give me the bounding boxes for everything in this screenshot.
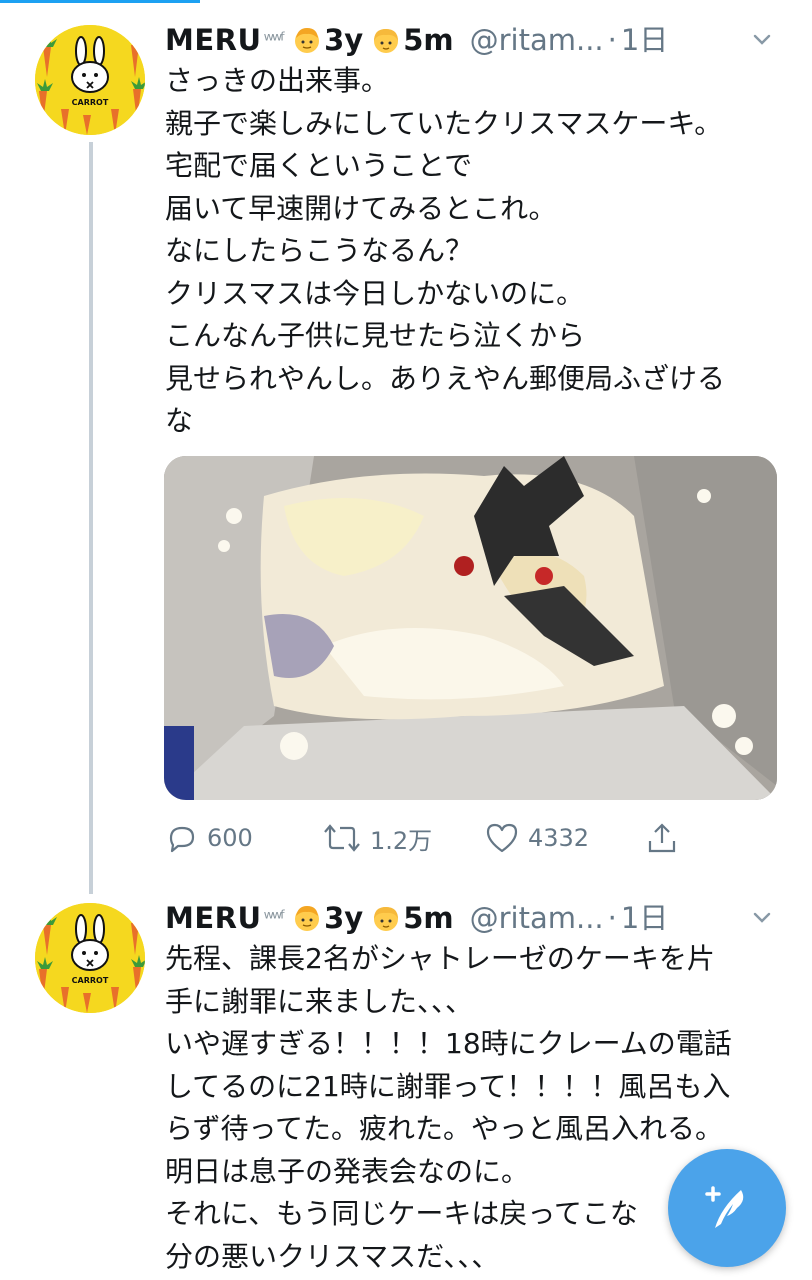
child2-age: 5m — [403, 901, 454, 935]
baby-emoji-icon — [374, 29, 399, 53]
tweet[interactable]: CARROT MERU ʷʷᶠ 3y 5m @ritam... · 1日 さっき… — [0, 0, 812, 890]
name-decoration: ʷʷᶠ — [263, 906, 287, 930]
tweet-text: さっきの出来事。 親子で楽しみにしていたクリスマスケーキ。 宅配で届くということ… — [165, 64, 726, 437]
reply-button[interactable]: 600 — [165, 808, 253, 868]
retweet-count: 1.2万 — [370, 826, 433, 855]
reply-icon — [169, 826, 195, 853]
tweet-actions: 600 1.2万 4332 — [0, 808, 812, 868]
compose-tweet-icon — [705, 1186, 744, 1228]
reply-count: 600 — [207, 824, 253, 852]
child2-age: 5m — [403, 23, 454, 57]
user-handle[interactable]: @ritam... — [470, 18, 604, 62]
tweet-header: MERU ʷʷᶠ 3y 5m @ritam... · 1日 — [165, 896, 795, 940]
like-count: 4332 — [528, 824, 590, 852]
compose-tweet-button[interactable] — [668, 1149, 786, 1267]
boy-emoji-icon — [295, 28, 320, 53]
retweet-icon — [324, 824, 360, 852]
heart-icon — [486, 823, 518, 853]
tweet-header: MERU ʷʷᶠ 3y 5m @ritam... · 1日 — [165, 18, 795, 62]
baby-emoji-icon — [374, 907, 399, 931]
user-handle[interactable]: @ritam... — [470, 896, 604, 940]
like-button[interactable]: 4332 — [484, 808, 589, 868]
display-name[interactable]: MERU — [165, 896, 262, 940]
display-name[interactable]: MERU — [165, 18, 262, 62]
name-decoration: ʷʷᶠ — [263, 28, 287, 52]
separator-dot: · — [607, 901, 617, 935]
child1-age: 3y — [324, 901, 364, 935]
timestamp[interactable]: 1日 — [621, 18, 668, 62]
boy-emoji-icon — [295, 906, 320, 931]
avatar[interactable]: CARROT — [35, 25, 145, 135]
separator-dot: · — [607, 23, 617, 57]
avatar-badge-text: CARROT — [72, 98, 109, 107]
avatar[interactable]: CARROT — [35, 903, 145, 1013]
share-button[interactable] — [645, 808, 687, 868]
avatar-badge-text: CARROT — [72, 976, 109, 985]
child1-age: 3y — [324, 23, 364, 57]
tweet-photo[interactable] — [164, 456, 777, 800]
share-icon — [648, 823, 676, 853]
retweet-button[interactable]: 1.2万 — [322, 808, 432, 868]
timestamp[interactable]: 1日 — [621, 896, 668, 940]
